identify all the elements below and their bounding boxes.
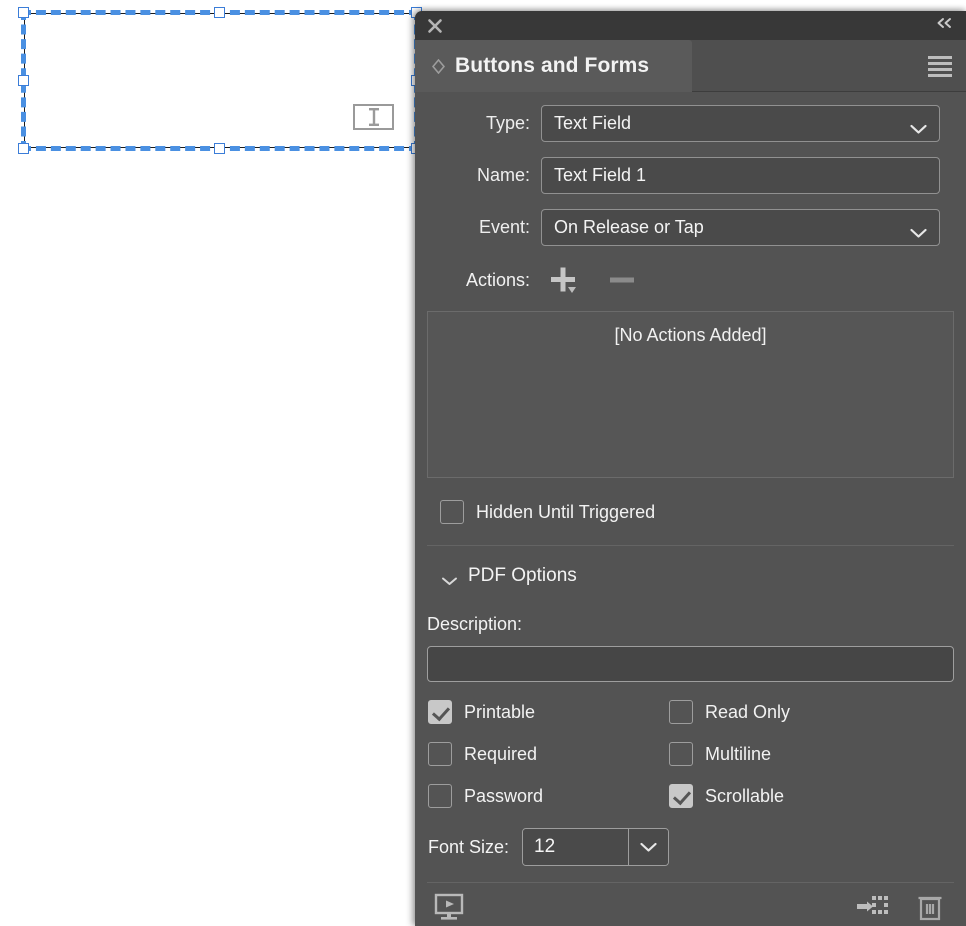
- panel-menu-icon[interactable]: [928, 56, 952, 77]
- read-only-checkbox[interactable]: [669, 700, 693, 724]
- tab-diamond-icon: [431, 58, 446, 74]
- chevron-down-icon: [910, 222, 927, 238]
- pdf-options-checkbox-grid: Printable Read Only Required Multiline P: [415, 700, 966, 826]
- name-label: Name:: [476, 164, 530, 185]
- scrollable-checkbox[interactable]: [669, 784, 693, 808]
- type-row: Type: Text Field: [415, 102, 966, 144]
- required-row[interactable]: Required: [428, 742, 537, 766]
- required-label: Required: [464, 743, 538, 764]
- multiline-row[interactable]: Multiline: [669, 742, 771, 766]
- text-field-badge-icon: [353, 104, 394, 130]
- printable-row[interactable]: Printable: [428, 700, 535, 724]
- resize-handle-bottom-left[interactable]: [18, 143, 29, 154]
- description-input[interactable]: [427, 646, 954, 682]
- password-row[interactable]: Password: [428, 784, 543, 808]
- panel-body: Type: Text Field Name: Text Field 1 Even…: [415, 102, 966, 926]
- scrollable-row[interactable]: Scrollable: [669, 784, 784, 808]
- read-only-row[interactable]: Read Only: [669, 700, 790, 724]
- event-label: Event:: [478, 216, 530, 237]
- type-value: Text Field: [554, 112, 632, 133]
- panel-tab-bar: Buttons and Forms: [415, 40, 966, 92]
- collapse-panel-icon[interactable]: [934, 16, 956, 35]
- scrollable-label: Scrollable: [705, 785, 785, 806]
- resize-handle-middle-left[interactable]: [18, 74, 29, 86]
- panel-title: Buttons and Forms: [455, 54, 650, 77]
- hidden-until-triggered-label: Hidden Until Triggered: [476, 501, 656, 522]
- resize-handle-top-center[interactable]: [214, 7, 225, 18]
- trash-icon[interactable]: [916, 891, 944, 926]
- multiline-checkbox[interactable]: [669, 742, 693, 766]
- name-input[interactable]: Text Field 1: [541, 156, 940, 194]
- preview-spread-icon[interactable]: [433, 892, 465, 926]
- resize-handle-bottom-center[interactable]: [214, 143, 225, 154]
- font-size-control[interactable]: 12: [522, 828, 670, 866]
- printable-checkbox[interactable]: [428, 700, 452, 724]
- multiline-label: Multiline: [705, 743, 772, 764]
- font-size-input[interactable]: 12: [523, 829, 629, 865]
- panel-footer: [415, 885, 966, 926]
- event-row: Event: On Release or Tap: [415, 206, 966, 248]
- actions-row: Actions:: [415, 260, 966, 300]
- actions-list[interactable]: [No Actions Added]: [427, 311, 954, 478]
- password-label: Password: [464, 785, 544, 806]
- chevron-down-icon: [441, 571, 458, 585]
- chevron-down-icon: [910, 118, 927, 134]
- description-label: Description:: [427, 614, 523, 634]
- convert-to-object-icon[interactable]: [857, 892, 891, 926]
- actions-label: Actions:: [465, 269, 530, 290]
- font-size-row: Font Size: 12: [428, 828, 966, 866]
- read-only-label: Read Only: [705, 701, 791, 722]
- actions-empty-message: [No Actions Added]: [614, 325, 767, 345]
- required-checkbox[interactable]: [428, 742, 452, 766]
- add-action-button[interactable]: [548, 265, 582, 295]
- hidden-until-triggered-row[interactable]: Hidden Until Triggered: [440, 500, 966, 524]
- close-icon[interactable]: [426, 17, 444, 35]
- event-value: On Release or Tap: [554, 216, 704, 237]
- type-select[interactable]: Text Field: [541, 104, 940, 142]
- panel-header-bar: [415, 11, 966, 40]
- name-value: Text Field 1: [554, 164, 647, 185]
- pdf-options-header[interactable]: PDF Options: [441, 565, 966, 587]
- name-row: Name: Text Field 1: [415, 154, 966, 196]
- hidden-until-triggered-checkbox[interactable]: [440, 500, 464, 524]
- font-size-dropdown-button[interactable]: [628, 829, 669, 865]
- event-select[interactable]: On Release or Tap: [541, 208, 940, 246]
- password-checkbox[interactable]: [428, 784, 452, 808]
- font-size-label: Font Size:: [428, 836, 510, 857]
- type-label: Type:: [485, 112, 530, 133]
- section-divider: [427, 545, 954, 546]
- tab-buttons-and-forms[interactable]: Buttons and Forms: [415, 40, 692, 92]
- remove-action-button[interactable]: [608, 265, 636, 295]
- buttons-and-forms-panel: Buttons and Forms Type: Text Field Name:…: [415, 11, 966, 926]
- printable-label: Printable: [464, 701, 536, 722]
- pdf-options-title: PDF Options: [468, 565, 577, 586]
- resize-handle-top-left[interactable]: [18, 7, 29, 18]
- footer-divider: [427, 882, 954, 883]
